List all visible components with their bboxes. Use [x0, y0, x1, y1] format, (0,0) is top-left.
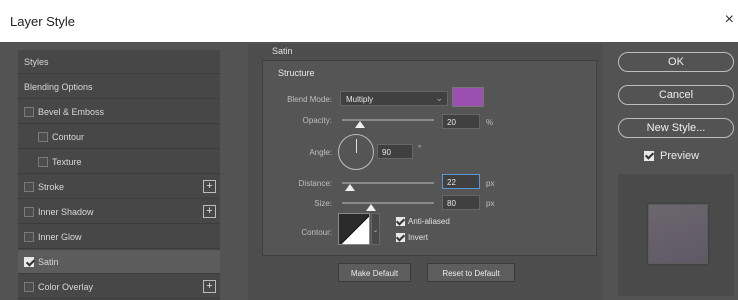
close-icon[interactable]: × [725, 11, 734, 29]
distance-slider-thumb[interactable] [345, 184, 356, 191]
cancel-button[interactable]: Cancel [618, 85, 734, 105]
style-item[interactable]: Satin [18, 250, 220, 274]
style-item-label: Contour [52, 132, 85, 142]
style-item-checkbox[interactable] [24, 107, 34, 117]
style-item[interactable]: Bevel & Emboss [18, 100, 220, 124]
add-effect-icon[interactable]: + [203, 180, 216, 193]
style-item[interactable]: Blending Options [18, 75, 220, 99]
distance-input[interactable]: 22 [442, 174, 480, 189]
chevron-down-icon: ⌄ [435, 93, 443, 103]
angle-input[interactable]: 90 [377, 144, 413, 159]
style-item-checkbox[interactable] [24, 182, 34, 192]
style-item-label: Satin [38, 257, 59, 267]
structure-group [262, 60, 597, 256]
style-item-label: Styles [24, 57, 49, 67]
blend-mode-label: Blend Mode: [287, 95, 332, 104]
section-title: Satin [272, 46, 293, 56]
opacity-input[interactable]: 20 [442, 114, 480, 129]
opacity-unit: % [486, 118, 494, 127]
opacity-slider-thumb[interactable] [355, 121, 366, 128]
distance-slider-track[interactable] [342, 182, 434, 184]
preview-thumbnail [648, 204, 708, 264]
style-item-checkbox[interactable] [24, 232, 34, 242]
title-bar: Layer Style × [0, 0, 738, 42]
anti-aliased-checkbox[interactable] [396, 217, 405, 226]
style-item[interactable]: Texture [18, 150, 220, 174]
new-style-button[interactable]: New Style... [618, 118, 734, 138]
style-item[interactable]: Styles [18, 50, 220, 74]
style-item-label: Blending Options [24, 82, 93, 92]
reset-to-default-button[interactable]: Reset to Default [427, 263, 515, 282]
add-effect-icon[interactable]: + [203, 205, 216, 218]
blend-mode-value: Multiply [346, 95, 374, 104]
style-item-checkbox[interactable] [38, 157, 48, 167]
preview-checkbox[interactable] [644, 151, 654, 161]
angle-label: Angle: [309, 148, 332, 157]
blend-mode-select[interactable]: Multiply ⌄ [340, 91, 448, 106]
style-item-label: Stroke [38, 182, 65, 192]
preview-label: Preview [660, 150, 700, 162]
contour-dropdown[interactable]: ⌄ [371, 213, 380, 245]
angle-needle [356, 139, 357, 153]
style-item-label: Color Overlay [38, 282, 94, 292]
contour-preview[interactable] [338, 213, 370, 245]
size-slider-thumb[interactable] [366, 204, 377, 211]
ok-button[interactable]: OK [618, 52, 734, 72]
style-item[interactable]: Stroke + [18, 175, 220, 199]
contour-label: Contour: [301, 228, 332, 237]
style-item[interactable]: Contour [18, 125, 220, 149]
size-unit: px [486, 199, 495, 208]
size-input[interactable]: 80 [442, 195, 480, 210]
style-item-checkbox[interactable] [24, 282, 34, 292]
distance-label: Distance: [298, 179, 332, 188]
make-default-button[interactable]: Make Default [338, 263, 411, 282]
style-item-label: Inner Glow [38, 232, 82, 242]
window-title: Layer Style [10, 14, 76, 29]
style-item[interactable]: Color Overlay + [18, 275, 220, 299]
style-item-checkbox[interactable] [38, 132, 48, 142]
style-item[interactable]: Inner Shadow + [18, 200, 220, 224]
size-label: Size: [314, 199, 332, 208]
style-item-label: Bevel & Emboss [38, 107, 105, 117]
structure-title: Structure [278, 68, 315, 78]
size-slider-track[interactable] [342, 202, 434, 204]
style-item-label: Texture [52, 157, 82, 167]
opacity-label: Opacity: [302, 116, 332, 125]
satin-color-swatch[interactable] [452, 87, 484, 107]
angle-dial[interactable] [338, 134, 374, 170]
invert-label: Invert [408, 233, 429, 242]
style-item[interactable]: Inner Glow [18, 225, 220, 249]
contour-curve-icon [339, 214, 369, 244]
style-item-checkbox[interactable] [24, 207, 34, 217]
invert-checkbox[interactable] [396, 233, 405, 242]
angle-unit: ° [418, 144, 422, 153]
anti-aliased-label: Anti-aliased [408, 217, 450, 226]
style-item-checkbox[interactable] [24, 257, 34, 267]
add-effect-icon[interactable]: + [203, 280, 216, 293]
styles-list: Styles Blending Options Bevel & Emboss Cont… [18, 50, 220, 300]
distance-unit: px [486, 179, 495, 188]
style-item-label: Inner Shadow [38, 207, 94, 217]
